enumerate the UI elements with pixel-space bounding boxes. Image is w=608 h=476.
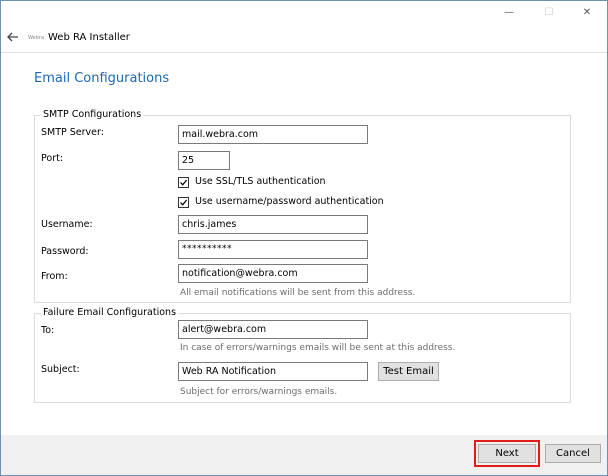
subject-input[interactable]: Web RA Notification: [178, 362, 368, 381]
maximize-icon: ☐: [544, 6, 554, 18]
cancel-button[interactable]: Cancel: [545, 444, 601, 463]
subject-hint: Subject for errors/warnings emails.: [180, 387, 338, 397]
from-hint: All email notifications will be sent fro…: [180, 288, 416, 298]
header-divider: [1, 52, 607, 53]
password-input[interactable]: **********: [178, 240, 368, 259]
to-input[interactable]: alert@webra.com: [178, 320, 368, 339]
minimize-button[interactable]: —: [489, 1, 529, 23]
password-label: Password:: [41, 246, 89, 257]
app-header: Webra Web RA Installer: [1, 27, 607, 51]
smtp-server-label: SMTP Server:: [41, 127, 104, 138]
checkmark-icon: [180, 179, 188, 186]
from-label: From:: [41, 271, 68, 282]
test-email-button[interactable]: Test Email: [378, 362, 439, 381]
ssl-checkbox-label: Use SSL/TLS authentication: [195, 176, 326, 187]
installer-window: — ☐ ✕ Webra Web RA Installer Email Confi…: [0, 0, 608, 476]
back-button[interactable]: [6, 30, 20, 44]
auth-checkbox[interactable]: [178, 197, 189, 208]
smtp-server-input[interactable]: mail.webra.com: [178, 125, 368, 144]
username-input[interactable]: chris.james: [178, 215, 368, 234]
close-button[interactable]: ✕: [567, 1, 607, 23]
title-bar: — ☐ ✕: [1, 1, 607, 23]
close-icon: ✕: [582, 6, 592, 18]
to-label: To:: [41, 325, 55, 336]
username-label: Username:: [41, 219, 93, 230]
page-title: Email Configurations: [34, 71, 170, 86]
from-input[interactable]: notification@webra.com: [178, 264, 368, 283]
port-label: Port:: [41, 153, 64, 164]
maximize-button[interactable]: ☐: [529, 1, 569, 23]
ssl-checkbox[interactable]: [178, 177, 189, 188]
port-input[interactable]: 25: [178, 151, 230, 170]
app-title: Web RA Installer: [48, 32, 130, 43]
subject-label: Subject:: [41, 364, 80, 375]
auth-checkbox-label: Use username/password authentication: [195, 196, 384, 207]
app-logo: Webra: [28, 35, 45, 41]
smtp-group-legend: SMTP Configurations: [41, 109, 144, 120]
minimize-icon: —: [504, 6, 514, 18]
to-hint: In case of errors/warnings emails will b…: [180, 343, 456, 353]
checkmark-icon: [180, 199, 188, 206]
failure-group-legend: Failure Email Configurations: [41, 307, 179, 318]
next-button-highlight: [474, 440, 540, 467]
back-arrow-icon: [7, 32, 18, 42]
